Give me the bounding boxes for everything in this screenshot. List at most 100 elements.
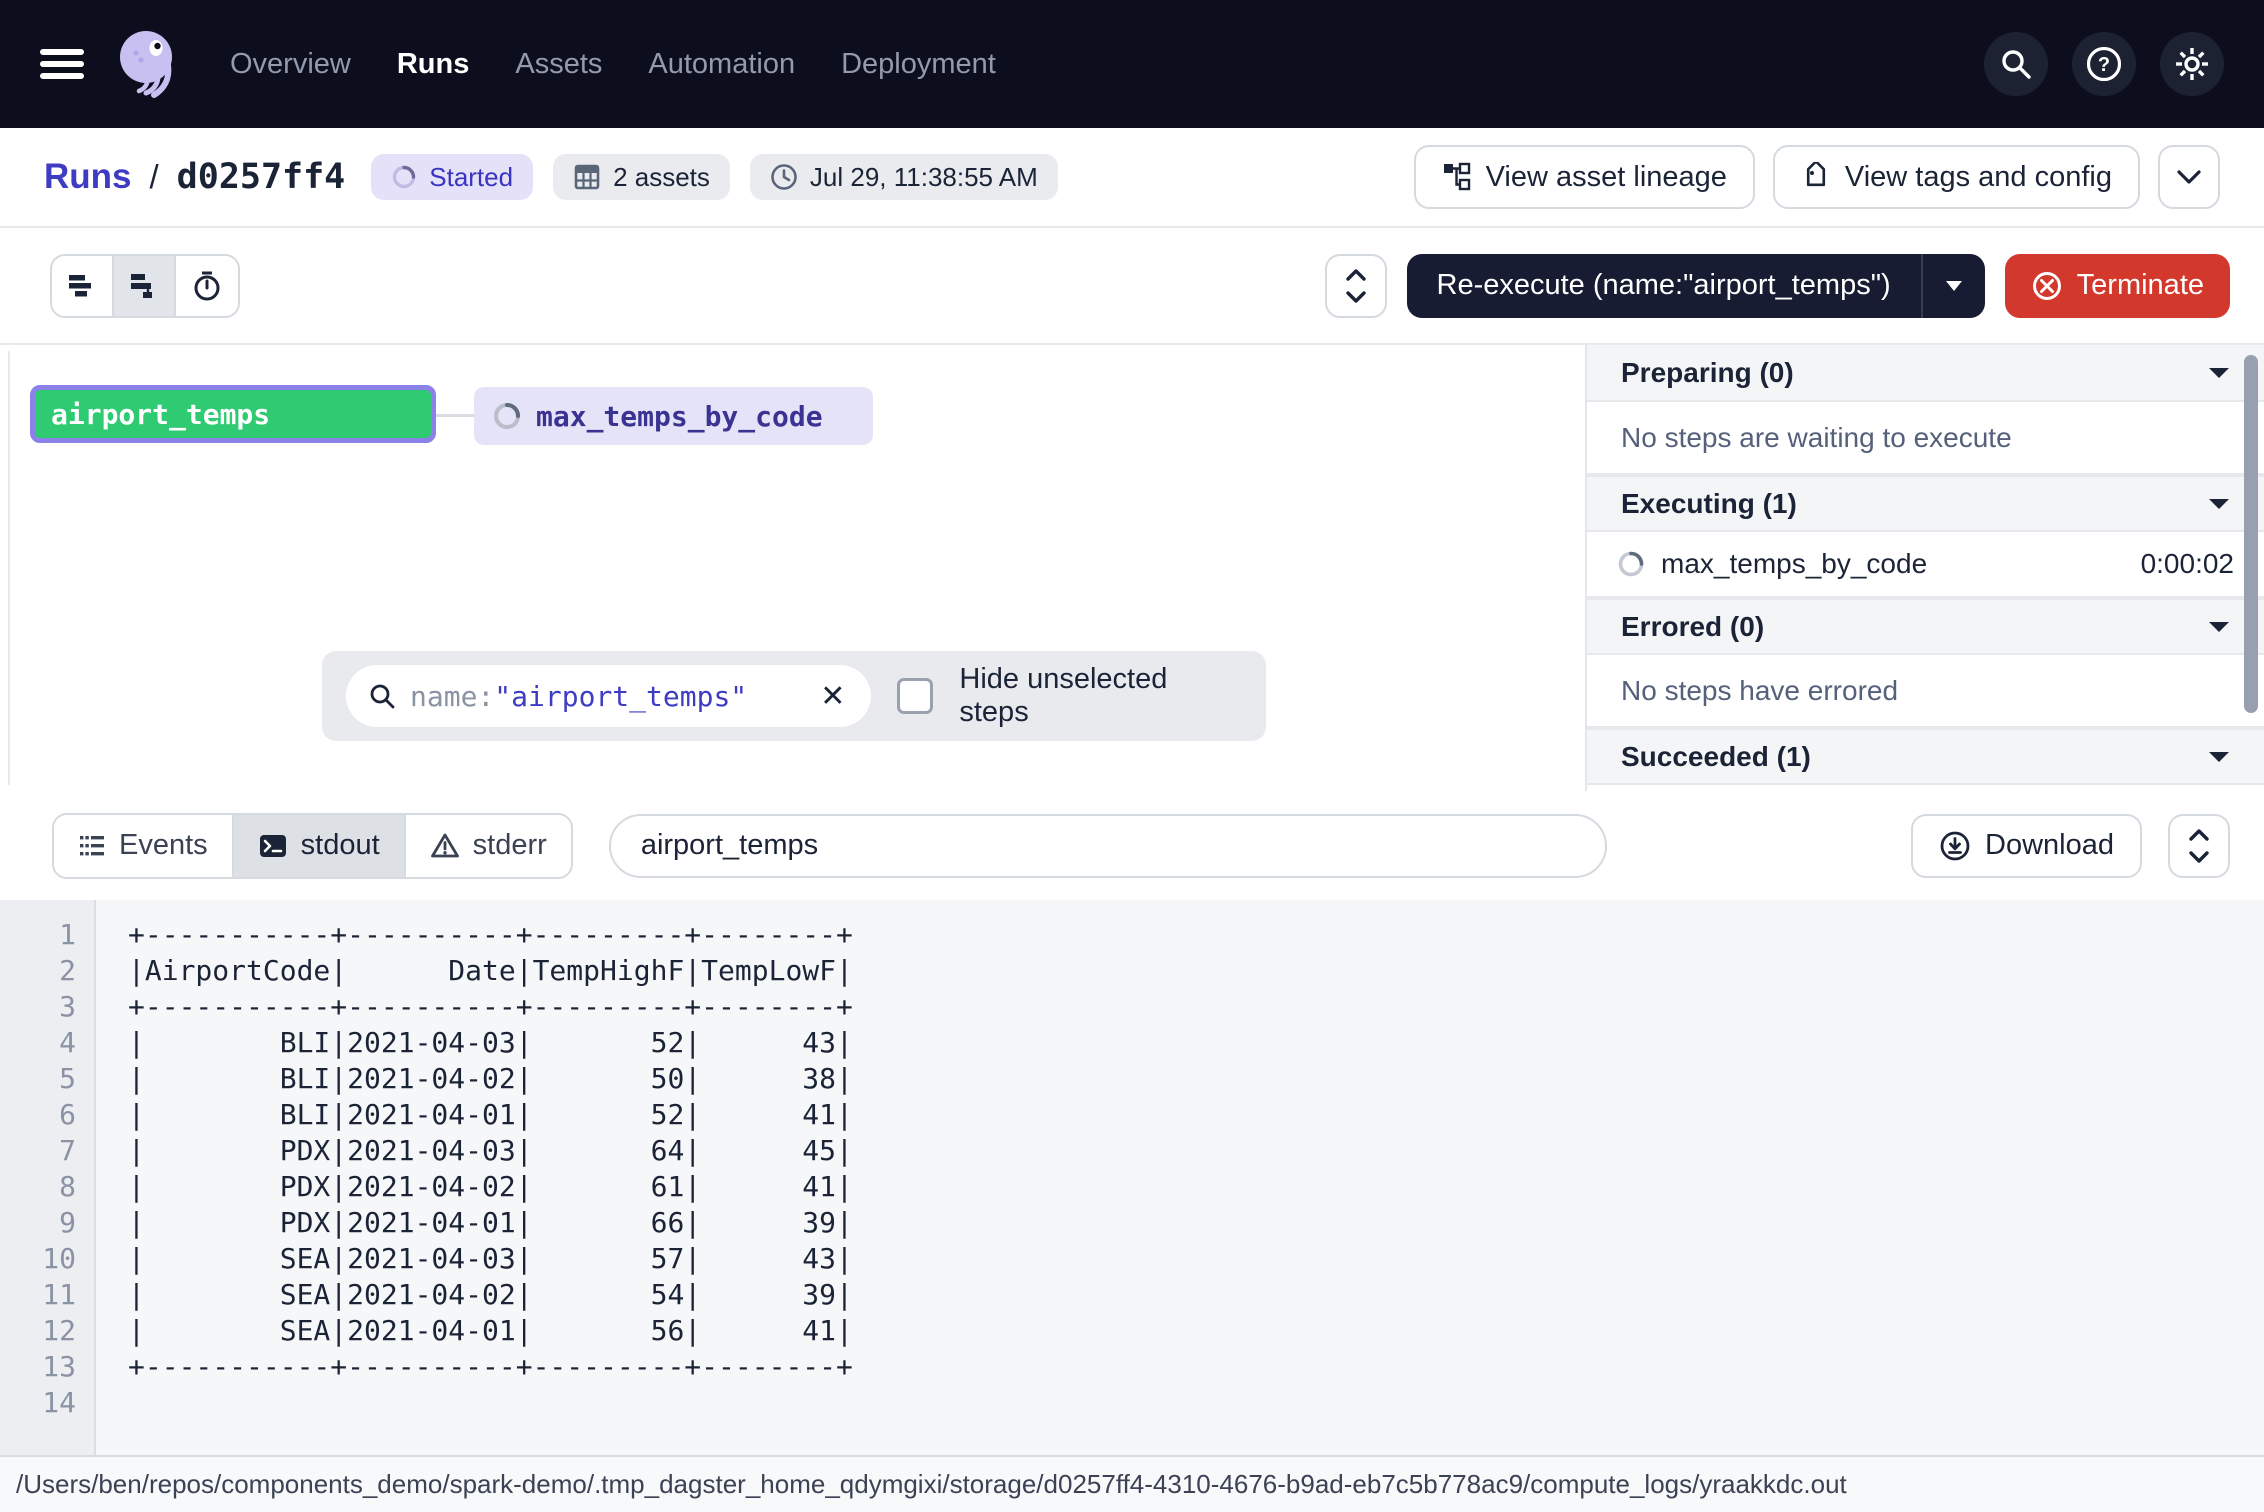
- nav-item-deployment[interactable]: Deployment: [841, 48, 996, 81]
- view-asset-lineage-button[interactable]: View asset lineage: [1414, 145, 1755, 209]
- run-id: d0257ff4: [177, 157, 346, 197]
- log-line: 14: [0, 1384, 2264, 1420]
- help-button[interactable]: ?: [2072, 32, 2136, 96]
- nav-items: Overview Runs Assets Automation Deployme…: [230, 48, 996, 81]
- step-search-input[interactable]: name:"airport_temps" ✕: [346, 665, 871, 727]
- status-spinner-icon: [391, 164, 417, 190]
- steps-status-panel: Preparing (0) No steps are waiting to ex…: [1585, 345, 2264, 791]
- line-text: | BLI|2021-04-03| 52| 43|: [96, 1026, 853, 1059]
- tab-stderr[interactable]: stderr: [406, 815, 571, 877]
- step-node-label: airport_temps: [51, 398, 270, 431]
- waterfall-gantt-view-button[interactable]: [114, 256, 176, 316]
- line-number: 2: [0, 954, 96, 987]
- run-timestamp-badge: Jul 29, 11:38:55 AM: [750, 154, 1058, 200]
- line-text: | SEA|2021-04-01| 56| 41|: [96, 1314, 853, 1347]
- executing-spinner-icon: [492, 401, 522, 431]
- section-executing[interactable]: Executing (1): [1587, 475, 2264, 532]
- line-number: 3: [0, 990, 96, 1023]
- expand-vertical-icon: [1345, 269, 1367, 303]
- view-tags-config-button[interactable]: View tags and config: [1773, 145, 2140, 209]
- panel-scrollbar[interactable]: [2244, 355, 2258, 713]
- settings-button[interactable]: [2160, 32, 2224, 96]
- search-icon: [368, 682, 396, 710]
- log-line: 13+-----------+----------+---------+----…: [0, 1348, 2264, 1384]
- log-line: 12| SEA|2021-04-01| 56| 41|: [0, 1312, 2264, 1348]
- line-number: 6: [0, 1098, 96, 1131]
- section-errored[interactable]: Errored (0): [1587, 598, 2264, 655]
- log-line: 11| SEA|2021-04-02| 54| 39|: [0, 1276, 2264, 1312]
- lineage-icon: [1442, 162, 1472, 192]
- log-lines: 1+-----------+----------+---------+-----…: [0, 900, 2264, 1420]
- nav-item-assets[interactable]: Assets: [515, 48, 602, 81]
- clear-search-icon[interactable]: ✕: [816, 679, 849, 714]
- view-mode-toggle: [50, 254, 240, 318]
- flat-gantt-icon: [67, 273, 97, 299]
- events-list-icon: [78, 834, 106, 858]
- timer-view-button[interactable]: [176, 256, 238, 316]
- breadcrumb-separator: /: [150, 158, 159, 196]
- line-number: 13: [0, 1350, 96, 1383]
- logs-toolbar: Events stdout stderr airport_temps: [0, 791, 2264, 900]
- gear-icon: [2173, 45, 2211, 83]
- step-node-max-temps-by-code[interactable]: max_temps_by_code: [474, 387, 873, 445]
- assets-grid-icon: [573, 163, 601, 191]
- warning-icon: [430, 832, 460, 859]
- header-more-button[interactable]: [2158, 145, 2220, 209]
- expand-logs-button[interactable]: [2168, 814, 2230, 878]
- line-text: +-----------+----------+---------+------…: [96, 990, 853, 1023]
- line-text: +-----------+----------+---------+------…: [96, 1350, 853, 1383]
- search-query-value: "airport_temps": [494, 680, 747, 713]
- download-icon: [1939, 830, 1971, 862]
- run-gantt-section: airport_temps max_temps_by_code name:"ai…: [0, 345, 2264, 791]
- dagster-logo-icon[interactable]: [112, 27, 186, 101]
- line-text: | BLI|2021-04-01| 52| 41|: [96, 1098, 853, 1131]
- zoom-fit-button[interactable]: [1325, 254, 1387, 318]
- section-succeeded[interactable]: Succeeded (1): [1587, 728, 2264, 785]
- log-step-filter-input[interactable]: airport_temps: [609, 814, 1607, 878]
- gantt-graph[interactable]: airport_temps max_temps_by_code name:"ai…: [0, 345, 1585, 791]
- run-header: Runs / d0257ff4 Started 2 assets Jul 29,…: [0, 128, 2264, 228]
- line-number: 10: [0, 1242, 96, 1275]
- hide-unselected-label: Hide unselected steps: [959, 663, 1242, 729]
- line-number: 5: [0, 1062, 96, 1095]
- line-text: | SEA|2021-04-02| 54| 39|: [96, 1278, 853, 1311]
- assets-badge[interactable]: 2 assets: [553, 154, 730, 200]
- terminate-icon: [2031, 270, 2063, 302]
- chevron-down-icon: [2176, 169, 2202, 185]
- executing-step-name: max_temps_by_code: [1661, 548, 1927, 580]
- hide-unselected-checkbox[interactable]: [897, 678, 933, 714]
- stdout-log-viewer[interactable]: 1+-----------+----------+---------+-----…: [0, 900, 2264, 1455]
- chevron-down-icon: [2208, 620, 2230, 634]
- breadcrumb-runs-link[interactable]: Runs: [44, 157, 132, 197]
- log-line: 4| BLI|2021-04-03| 52| 43|: [0, 1024, 2264, 1060]
- nav-item-runs[interactable]: Runs: [397, 48, 470, 81]
- tab-events[interactable]: Events: [54, 815, 234, 877]
- log-line: 5| BLI|2021-04-02| 50| 38|: [0, 1060, 2264, 1096]
- line-text: | SEA|2021-04-03| 57| 43|: [96, 1242, 853, 1275]
- re-execute-button[interactable]: Re-execute (name:"airport_temps"): [1407, 254, 1921, 318]
- run-toolbar: Re-execute (name:"airport_temps") Termin…: [0, 228, 2264, 345]
- log-line: 7| PDX|2021-04-03| 64| 45|: [0, 1132, 2264, 1168]
- line-number: 7: [0, 1134, 96, 1167]
- line-text: | PDX|2021-04-01| 66| 39|: [96, 1206, 853, 1239]
- tab-stdout[interactable]: stdout: [234, 815, 406, 877]
- section-preparing[interactable]: Preparing (0): [1587, 345, 2264, 402]
- menu-icon[interactable]: [40, 49, 84, 79]
- line-number: 1: [0, 918, 96, 951]
- search-button[interactable]: [1984, 32, 2048, 96]
- step-node-airport-temps[interactable]: airport_temps: [30, 385, 436, 443]
- executing-step-row[interactable]: max_temps_by_code 0:00:02: [1587, 532, 2264, 598]
- download-button[interactable]: Download: [1911, 814, 2142, 878]
- graph-left-edge: [8, 351, 10, 785]
- nav-item-automation[interactable]: Automation: [648, 48, 795, 81]
- terminate-button[interactable]: Terminate: [2005, 254, 2230, 318]
- line-text: +-----------+----------+---------+------…: [96, 918, 853, 951]
- chevron-down-icon: [2208, 366, 2230, 380]
- re-execute-dropdown-button[interactable]: [1921, 254, 1985, 318]
- log-line: 3+-----------+----------+---------+-----…: [0, 988, 2264, 1024]
- flat-gantt-view-button[interactable]: [52, 256, 114, 316]
- nav-item-overview[interactable]: Overview: [230, 48, 351, 81]
- line-text: | PDX|2021-04-03| 64| 45|: [96, 1134, 853, 1167]
- step-node-label: max_temps_by_code: [536, 400, 823, 433]
- waterfall-gantt-icon: [129, 272, 159, 300]
